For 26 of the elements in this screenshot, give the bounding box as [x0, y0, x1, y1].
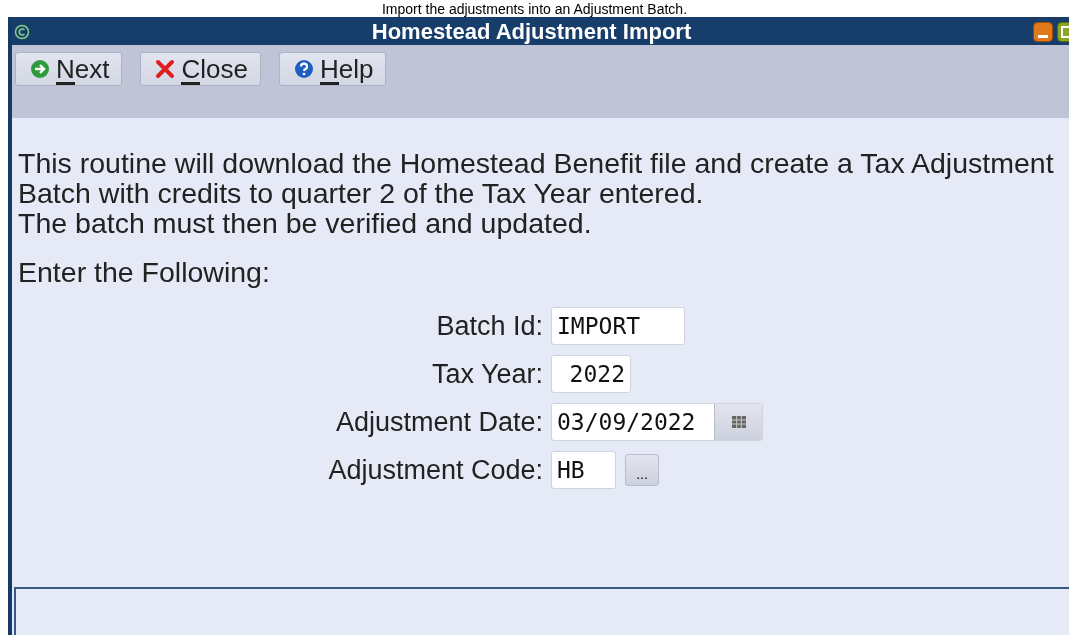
description-text: The batch must then be verified and updated.: [18, 208, 593, 238]
field-label: Tax Year:: [430, 358, 543, 391]
input-field[interactable]: IMPORT: [551, 307, 685, 345]
minimize-icon[interactable]: [1033, 21, 1053, 42]
help-button[interactable]: Help: [278, 52, 387, 86]
input-field[interactable]: HB: [551, 451, 616, 489]
description-text: This routine will download the Homestead Benefit file and create a Tax Adjustment: [18, 148, 1055, 178]
field-label: Batch Id:: [435, 310, 543, 343]
maximize-icon[interactable]: [1057, 21, 1069, 42]
close-button[interactable]: Close: [140, 52, 261, 86]
field-label: Adjustment Code:: [327, 454, 543, 487]
close-icon: [155, 59, 176, 79]
calendar-icon: [731, 416, 746, 428]
instruction-text: Enter the Following:: [18, 257, 271, 287]
app-logo-icon: [14, 23, 30, 40]
window-title: Homestead Adjustment Import: [370, 18, 693, 45]
lookup-button[interactable]: ...: [625, 454, 659, 486]
calendar-button[interactable]: [714, 404, 762, 440]
input-field[interactable]: 2022: [551, 355, 631, 393]
caption: Import the adjustments into an Adjustment Batch.: [381, 1, 688, 17]
field-label: Adjustment Date:: [334, 406, 543, 439]
date-field[interactable]: 03/09/2022: [551, 403, 763, 441]
help-icon: [293, 59, 314, 79]
next-button[interactable]: Next: [15, 52, 123, 86]
arrow-right-icon: [30, 59, 50, 79]
description-text: Batch with credits to quarter 2 of the Tax Year entered.: [18, 178, 705, 208]
